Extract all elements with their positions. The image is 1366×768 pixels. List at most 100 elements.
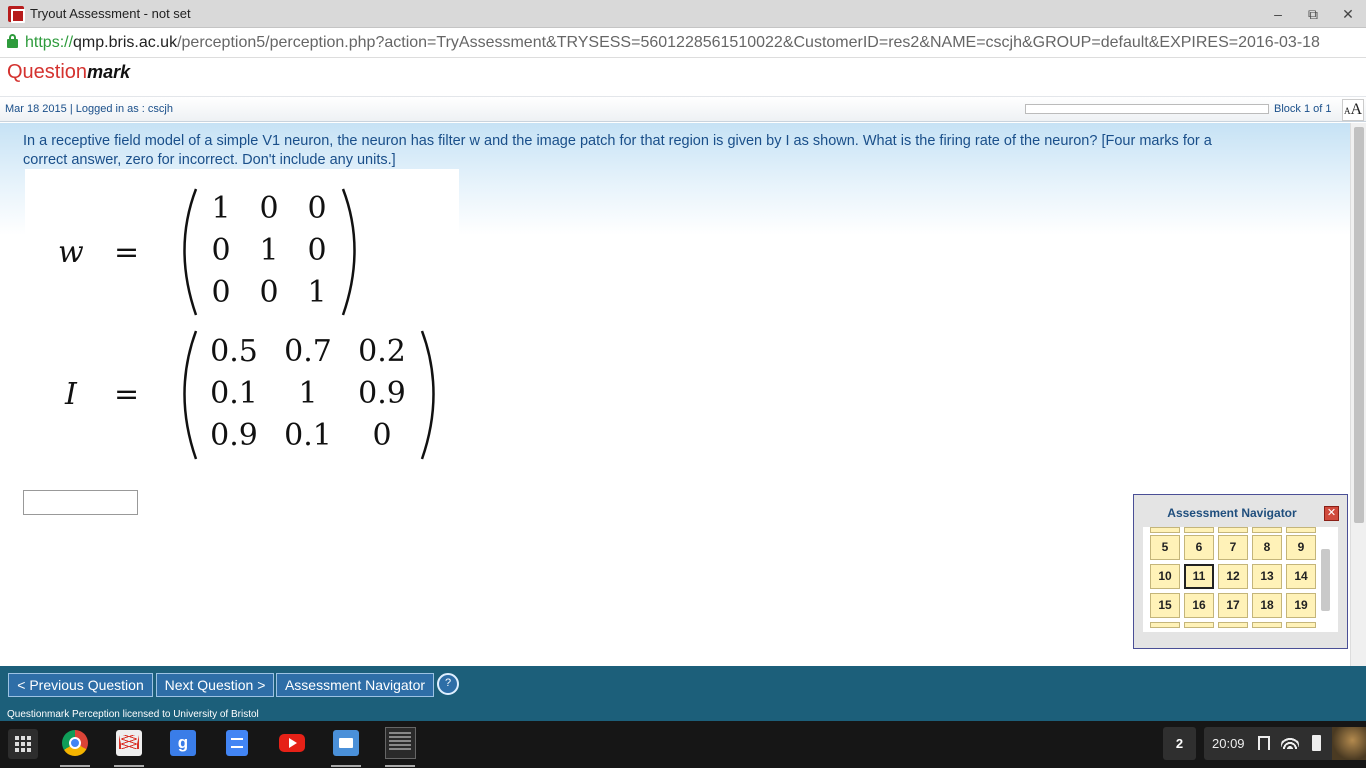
- help-icon[interactable]: ?: [437, 673, 459, 695]
- matrix-w-cell: 0: [259, 275, 278, 310]
- matrix-i-cell: 0.1: [210, 376, 258, 411]
- window-title: Tryout Assessment - not set: [30, 6, 191, 21]
- matrix-w-name: w: [58, 235, 84, 270]
- matrix-w-cell: 0: [211, 275, 230, 310]
- address-bar[interactable]: https://qmp.bris.ac.uk/perception5/perce…: [0, 29, 1366, 58]
- navigator-scrollbar[interactable]: [1321, 549, 1330, 611]
- battery-icon: [1312, 735, 1321, 751]
- navigator-cell-partial[interactable]: [1184, 527, 1214, 533]
- matrix-w-cell: 0: [307, 191, 326, 226]
- matrix-i-cell: 0.2: [358, 334, 406, 369]
- questionmark-logo: Questionmark: [7, 61, 131, 83]
- progress-bar: [1025, 104, 1269, 114]
- files-running-indicator: [331, 765, 361, 767]
- matrix-w-cell: 0: [211, 233, 230, 268]
- assessment-navigator-panel: Assessment Navigator ✕ 5 6 7 8 9 10 11 1…: [1133, 494, 1348, 649]
- chrome-icon[interactable]: [62, 730, 88, 756]
- matrix-w-cell: 1: [211, 191, 230, 226]
- youtube-icon[interactable]: [279, 734, 305, 752]
- url-text[interactable]: https://qmp.bris.ac.uk/perception5/perce…: [25, 34, 1320, 52]
- status-tray[interactable]: 20:09: [1204, 727, 1366, 760]
- navigator-cell-partial[interactable]: [1150, 527, 1180, 533]
- page-scroll-thumb[interactable]: [1354, 127, 1364, 523]
- terminal-running-indicator: [385, 765, 415, 767]
- navigator-cell-partial[interactable]: [1252, 622, 1282, 628]
- navigator-question-7[interactable]: 7: [1218, 535, 1248, 560]
- files-icon[interactable]: [333, 730, 359, 756]
- terminal-window-icon[interactable]: [385, 727, 416, 759]
- matrix-w-left-paren: [183, 188, 198, 316]
- matrix-i-cell: 0.9: [358, 376, 406, 411]
- navigator-question-19[interactable]: 19: [1286, 593, 1316, 618]
- navigator-question-15[interactable]: 15: [1150, 593, 1180, 618]
- navigator-question-14[interactable]: 14: [1286, 564, 1316, 589]
- navigator-question-8[interactable]: 8: [1252, 535, 1282, 560]
- answer-input[interactable]: [23, 490, 138, 515]
- close-icon[interactable]: ✕: [1338, 4, 1358, 24]
- navigator-question-12[interactable]: 12: [1218, 564, 1248, 589]
- matrix-w-cell: 0: [259, 191, 278, 226]
- matrix-i-cell: 0.5: [210, 334, 258, 369]
- navigator-grid: 5 6 7 8 9 10 11 12 13 14 15 16 17 18 19: [1143, 527, 1338, 632]
- matrix-w-cell: 1: [259, 233, 278, 268]
- os-taskbar: g 2 20:09: [0, 721, 1366, 768]
- license-text: Questionmark Perception licensed to Univ…: [7, 709, 259, 720]
- next-question-button[interactable]: Next Question >: [156, 673, 274, 697]
- gmail-running-indicator: [114, 765, 144, 767]
- matrix-w-right-paren: [341, 188, 356, 316]
- matrix-w-cell: 0: [307, 233, 326, 268]
- assessment-navigator-button[interactable]: Assessment Navigator: [276, 673, 434, 697]
- questionmark-favicon-icon: [8, 6, 25, 23]
- restore-icon[interactable]: ⧉: [1303, 4, 1323, 24]
- chrome-running-indicator: [60, 765, 90, 767]
- navigator-cell-partial[interactable]: [1252, 527, 1282, 533]
- matrix-w-cell: 1: [307, 275, 326, 310]
- user-avatar[interactable]: [1332, 727, 1366, 760]
- block-indicator: Block 1 of 1: [1274, 103, 1332, 115]
- matrix-i-equals: =: [114, 377, 139, 412]
- navigator-cell-partial[interactable]: [1218, 527, 1248, 533]
- navigator-question-13[interactable]: 13: [1252, 564, 1282, 589]
- previous-question-button[interactable]: < Previous Question: [8, 673, 153, 697]
- matrix-i-left-paren: [183, 330, 198, 460]
- page-scrollbar[interactable]: [1350, 123, 1366, 666]
- notification-count-badge[interactable]: 2: [1163, 727, 1196, 760]
- navigator-cell-partial[interactable]: [1286, 527, 1316, 533]
- navigator-question-6[interactable]: 6: [1184, 535, 1214, 560]
- navigator-question-5[interactable]: 5: [1150, 535, 1180, 560]
- wifi-icon: [1281, 736, 1299, 749]
- gmail-icon[interactable]: [116, 730, 142, 756]
- google-search-icon[interactable]: g: [170, 730, 196, 756]
- matrix-image: w = 1 0 0 0 1 0 0 0 1 I = 0.5 0.7 0.2 0.…: [25, 169, 459, 469]
- matrix-i-cell: 0.9: [210, 418, 258, 453]
- navigator-cell-partial[interactable]: [1150, 622, 1180, 628]
- window-title-bar: Tryout Assessment - not set – ⧉ ✕: [0, 0, 1366, 28]
- navigator-cell-partial[interactable]: [1184, 622, 1214, 628]
- matrix-i-name: I: [64, 377, 78, 412]
- navigator-question-16[interactable]: 16: [1184, 593, 1214, 618]
- session-info: Mar 18 2015 | Logged in as : cscjh: [5, 103, 173, 115]
- google-docs-icon[interactable]: [226, 730, 248, 756]
- question-text: In a receptive field model of a simple V…: [23, 133, 1212, 168]
- minimize-icon[interactable]: –: [1268, 4, 1288, 24]
- navigator-cell-partial[interactable]: [1286, 622, 1316, 628]
- app-launcher-icon[interactable]: [8, 729, 38, 759]
- navigator-cell-partial[interactable]: [1218, 622, 1248, 628]
- matrix-i-right-paren: [420, 330, 435, 460]
- matrix-i-cell: 0.1: [284, 418, 332, 453]
- clock: 20:09: [1212, 736, 1245, 751]
- navigator-question-18[interactable]: 18: [1252, 593, 1282, 618]
- navigator-question-11-current[interactable]: 11: [1184, 564, 1214, 589]
- lock-icon: [7, 34, 18, 48]
- matrix-i-cell: 1: [298, 376, 317, 411]
- navigator-question-9[interactable]: 9: [1286, 535, 1316, 560]
- navigator-question-10[interactable]: 10: [1150, 564, 1180, 589]
- sync-icon: [1258, 736, 1270, 750]
- navigator-question-17[interactable]: 17: [1218, 593, 1248, 618]
- info-bar: Mar 18 2015 | Logged in as : cscjh Block…: [0, 96, 1366, 122]
- navigator-close-icon[interactable]: ✕: [1324, 506, 1339, 521]
- font-size-icon[interactable]: AA: [1342, 99, 1364, 121]
- matrix-w-equals: =: [114, 235, 139, 270]
- matrix-i-cell: 0.7: [284, 334, 332, 369]
- navigator-title: Assessment Navigator: [1167, 506, 1297, 520]
